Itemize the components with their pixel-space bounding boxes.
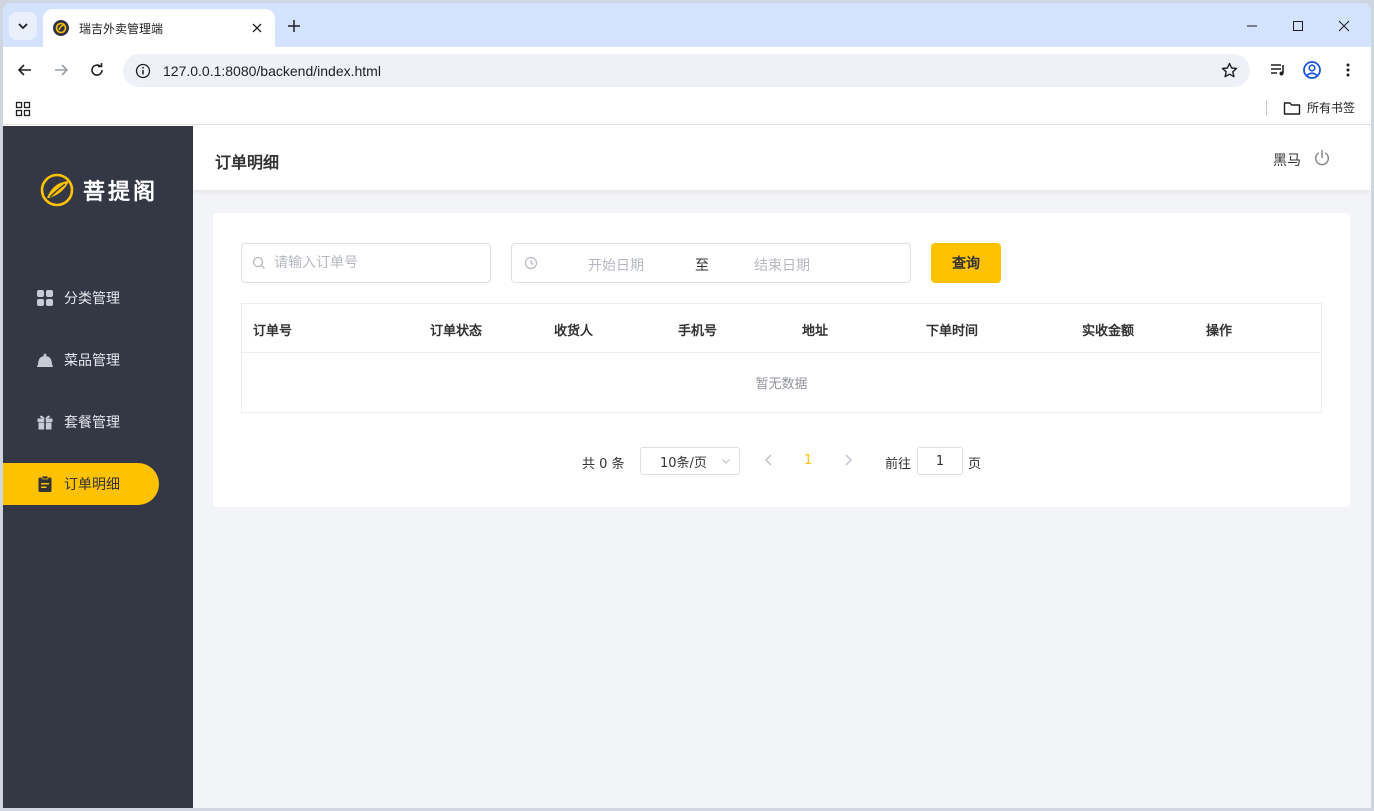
bookmarks-folder-label: 所有书签	[1307, 101, 1356, 115]
clipboard-order-icon	[36, 475, 54, 493]
tab-close-button[interactable]	[249, 20, 265, 36]
sidebar-item-dish[interactable]: 菜品管理	[3, 339, 159, 381]
tab-strip: 瑞吉外卖管理端	[3, 3, 1371, 47]
query-button[interactable]: 查询	[931, 243, 1001, 283]
sidebar-item-orders[interactable]: 订单明细	[3, 463, 159, 505]
address-bar[interactable]: 127.0.0.1:8080/backend/index.html	[123, 54, 1250, 87]
column-header-status: 订单状态	[430, 324, 483, 339]
maximize-icon	[1293, 21, 1303, 31]
pagination: 共 0 条 10条/页 1 前往 1 页	[213, 446, 1350, 476]
search-icon	[252, 256, 265, 269]
order-number-search[interactable]	[241, 243, 491, 283]
arrow-left-icon	[17, 64, 31, 76]
all-bookmarks-folder[interactable]: 所有书签	[1283, 99, 1355, 116]
sidebar: 菩提阁 分类管理 菜品管理 套餐管理 订单明细	[3, 126, 193, 808]
power-icon[interactable]	[1313, 149, 1331, 167]
arrow-right-icon	[55, 64, 69, 76]
sidebar-item-category[interactable]: 分类管理	[3, 277, 159, 319]
page-title: 订单明细	[215, 153, 280, 172]
app-root: 菩提阁 分类管理 菜品管理 套餐管理 订单明细 订单明细 黑马 请输入订单号 开…	[3, 126, 1371, 808]
chevron-down-icon	[18, 23, 28, 30]
browser-toolbar: 127.0.0.1:8080/backend/index.html	[3, 47, 1371, 93]
date-start-input[interactable]: 开始日期	[588, 255, 644, 275]
page-size-value: 10条/页	[660, 455, 707, 471]
brand-name: 菩提阁	[83, 179, 159, 205]
column-header-order-no: 订单号	[253, 324, 293, 339]
site-info-icon[interactable]	[135, 63, 151, 79]
sidebar-item-label: 分类管理	[64, 291, 120, 307]
plus-icon	[288, 20, 300, 32]
date-range-separator: 至	[695, 258, 709, 274]
date-end-input[interactable]: 结束日期	[754, 255, 810, 275]
media-control-button[interactable]	[1264, 56, 1292, 84]
profile-button[interactable]	[1298, 56, 1326, 84]
bookmarks-divider	[1266, 100, 1267, 116]
browser-tab-active[interactable]: 瑞吉外卖管理端	[43, 9, 275, 47]
column-header-address: 地址	[802, 324, 829, 339]
minimize-icon	[1247, 25, 1257, 27]
orders-table: 订单号 订单状态 收货人 手机号 地址 下单时间 实收金额 操作 暂无数据	[241, 303, 1322, 413]
chevron-left-icon[interactable]	[761, 452, 777, 468]
sidebar-item-setmeal[interactable]: 套餐管理	[3, 401, 159, 443]
chevron-right-icon[interactable]	[840, 452, 856, 468]
page-size-select[interactable]: 10条/页	[640, 447, 740, 475]
page-header: 订单明细 黑马	[193, 126, 1371, 190]
reload-button[interactable]	[83, 56, 111, 84]
url-text: 127.0.0.1:8080/backend/index.html	[163, 62, 381, 79]
category-grid-icon	[36, 289, 54, 307]
user-name: 黑马	[1273, 153, 1301, 169]
reload-icon	[91, 63, 103, 76]
app-favicon-icon	[53, 20, 69, 36]
date-range-picker[interactable]: 开始日期 至 结束日期	[511, 243, 911, 283]
browser-menu-button[interactable]	[1334, 56, 1362, 84]
close-icon	[252, 23, 262, 33]
chevron-down-icon	[722, 459, 730, 464]
jump-label: 前往	[885, 457, 912, 472]
order-number-input[interactable]	[274, 255, 474, 271]
brand-leaf-icon	[40, 173, 74, 207]
orders-panel: 开始日期 至 结束日期 查询 订单号 订单状态 收货人 手机号 地址 下单时间 …	[213, 213, 1350, 507]
bookmark-star-icon[interactable]	[1221, 62, 1238, 79]
column-header-amount: 实收金额	[1082, 324, 1135, 339]
column-header-order-time: 下单时间	[926, 324, 979, 339]
column-header-consignee: 收货人	[554, 324, 594, 339]
apps-grid-icon[interactable]	[15, 101, 31, 117]
dish-cloche-icon	[36, 351, 54, 369]
browser-window: 瑞吉外卖管理端 127.0.0.1:8080/backend/index.htm…	[3, 3, 1371, 808]
table-header: 订单号 订单状态 收货人 手机号 地址 下单时间 实收金额 操作	[242, 304, 1321, 353]
media-queue-icon	[1271, 64, 1284, 76]
maximize-button[interactable]	[1275, 11, 1321, 41]
window-close-button[interactable]	[1321, 11, 1367, 41]
jump-page-input[interactable]: 1	[917, 447, 963, 475]
table-empty-text: 暂无数据	[755, 377, 808, 392]
current-page-number[interactable]: 1	[804, 453, 812, 468]
back-button[interactable]	[11, 56, 39, 84]
column-header-actions: 操作	[1206, 324, 1233, 339]
tab-title: 瑞吉外卖管理端	[79, 21, 164, 36]
folder-icon	[1283, 101, 1301, 115]
sidebar-item-label: 订单明细	[64, 477, 120, 493]
pagination-total: 共 0 条	[582, 457, 625, 472]
forward-button[interactable]	[47, 56, 75, 84]
jump-unit: 页	[968, 457, 982, 472]
close-icon	[1338, 20, 1350, 32]
bookmarks-bar: 所有书签	[3, 93, 1371, 125]
new-tab-button[interactable]	[283, 15, 305, 37]
more-vert-icon	[1346, 63, 1350, 77]
gift-package-icon	[36, 413, 54, 431]
tab-search-button[interactable]	[9, 12, 37, 40]
minimize-button[interactable]	[1229, 11, 1275, 41]
sidebar-item-label: 菜品管理	[64, 353, 120, 369]
sidebar-item-label: 套餐管理	[64, 415, 120, 431]
clock-icon	[524, 256, 538, 270]
brand-logo: 菩提阁	[39, 172, 158, 208]
profile-avatar-icon	[1303, 61, 1321, 79]
column-header-phone: 手机号	[678, 324, 718, 339]
